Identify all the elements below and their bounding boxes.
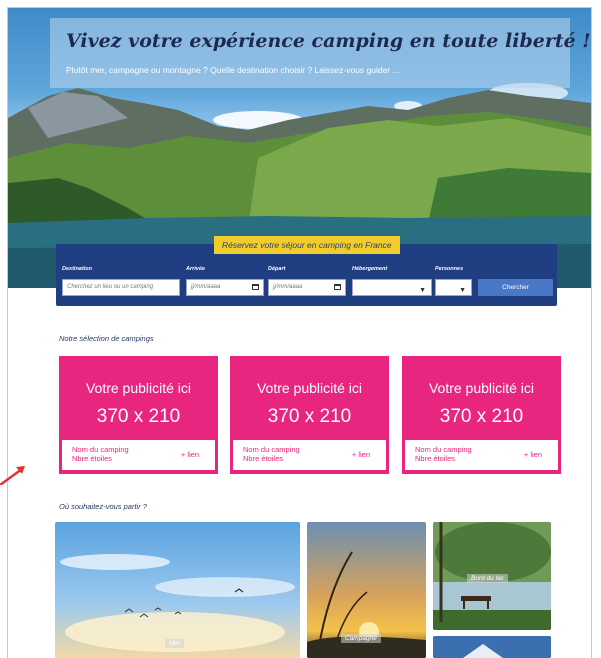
ad-stars-text: Nbre étoiles: [72, 454, 113, 463]
arrival-date-input[interactable]: jj/mm/aaaa: [186, 279, 264, 296]
ad-camping-name: Nom du camping Nbre étoiles: [415, 445, 472, 463]
destination-tile-campagne[interactable]: Campagne: [307, 522, 426, 658]
departure-date-placeholder: jj/mm/aaaa: [273, 284, 303, 290]
search-heading: Réservez votre séjour en camping en Fran…: [214, 236, 400, 254]
accommodation-select[interactable]: ▼: [352, 279, 432, 296]
arrow-annotation-icon: [0, 466, 25, 485]
ad-headline: Votre publicité ici: [85, 380, 192, 396]
departure-date-input[interactable]: jj/mm/aaaa: [268, 279, 346, 296]
calendar-icon[interactable]: [252, 284, 259, 290]
departure-label: Départ: [268, 266, 286, 272]
ad-card[interactable]: Votre publicité ici 370 x 210 Nom du cam…: [59, 356, 218, 474]
ad-card[interactable]: Votre publicité ici 370 x 210 Nom du cam…: [402, 356, 561, 474]
ad-headline: Votre publicité ici: [428, 380, 535, 396]
arrival-date-placeholder: jj/mm/aaaa: [191, 284, 221, 290]
arrival-label: Arrivée: [186, 266, 205, 272]
persons-select[interactable]: ▼: [435, 279, 472, 296]
ad-camping-name-text: Nom du camping: [415, 445, 472, 454]
hero-title: Vivez votre expérience camping en toute …: [66, 30, 591, 52]
destination-input[interactable]: Cherchez un lieu ou un camping: [62, 279, 180, 296]
mountain-tile-image: [433, 636, 551, 658]
destination-label-campagne: Campagne: [341, 634, 381, 643]
ad-camping-name: Nom du camping Nbre étoiles: [72, 445, 129, 463]
destination-label-bord-du-lac: Bord du lac: [467, 574, 508, 583]
ad-link[interactable]: + lien: [352, 450, 370, 459]
ad-footer: Nom du camping Nbre étoiles + lien: [62, 440, 215, 470]
calendar-icon[interactable]: [334, 284, 341, 290]
destination-tile-mer[interactable]: Mer: [55, 522, 300, 658]
destination-label-mer: Mer: [165, 639, 185, 648]
persons-label: Personnes: [435, 266, 464, 272]
chevron-down-icon: ▼: [419, 287, 426, 294]
search-form: Réservez votre séjour en camping en Fran…: [56, 236, 557, 306]
ad-stars-text: Nbre étoiles: [415, 454, 456, 463]
destination-tile-montagne[interactable]: [433, 636, 551, 658]
ad-camping-name-text: Nom du camping: [72, 445, 129, 454]
page-frame: Vivez votre expérience camping en toute …: [8, 8, 591, 658]
search-button[interactable]: Chercher: [478, 279, 553, 296]
sea-sky-image: [55, 522, 300, 658]
ad-card[interactable]: Votre publicité ici 370 x 210 Nom du cam…: [230, 356, 389, 474]
ad-size: 370 x 210: [267, 406, 352, 427]
chevron-down-icon: ▼: [459, 287, 466, 294]
ad-size: 370 x 210: [439, 406, 524, 427]
selection-title: Notre sélection de campings: [59, 334, 154, 343]
ad-camping-name-text: Nom du camping: [243, 445, 300, 454]
ad-camping-name: Nom du camping Nbre étoiles: [243, 445, 300, 463]
ad-link[interactable]: + lien: [524, 450, 542, 459]
ad-footer: Nom du camping Nbre étoiles + lien: [405, 440, 558, 470]
ad-stars-text: Nbre étoiles: [243, 454, 284, 463]
hero-subtitle: Plutôt mer, campagne ou montagne ? Quell…: [66, 65, 400, 75]
ad-size: 370 x 210: [96, 406, 181, 427]
ad-link[interactable]: + lien: [181, 450, 199, 459]
destination-tile-bord-du-lac[interactable]: Bord du lac: [433, 522, 551, 630]
ad-footer: Nom du camping Nbre étoiles + lien: [233, 440, 386, 470]
destinations-title: Où souhaitez-vous partir ?: [59, 502, 147, 511]
ad-headline: Votre publicité ici: [256, 380, 363, 396]
accommodation-label: Hébergement: [352, 266, 388, 272]
hero-title-banner: [50, 18, 570, 88]
destination-label: Destination: [62, 266, 92, 272]
